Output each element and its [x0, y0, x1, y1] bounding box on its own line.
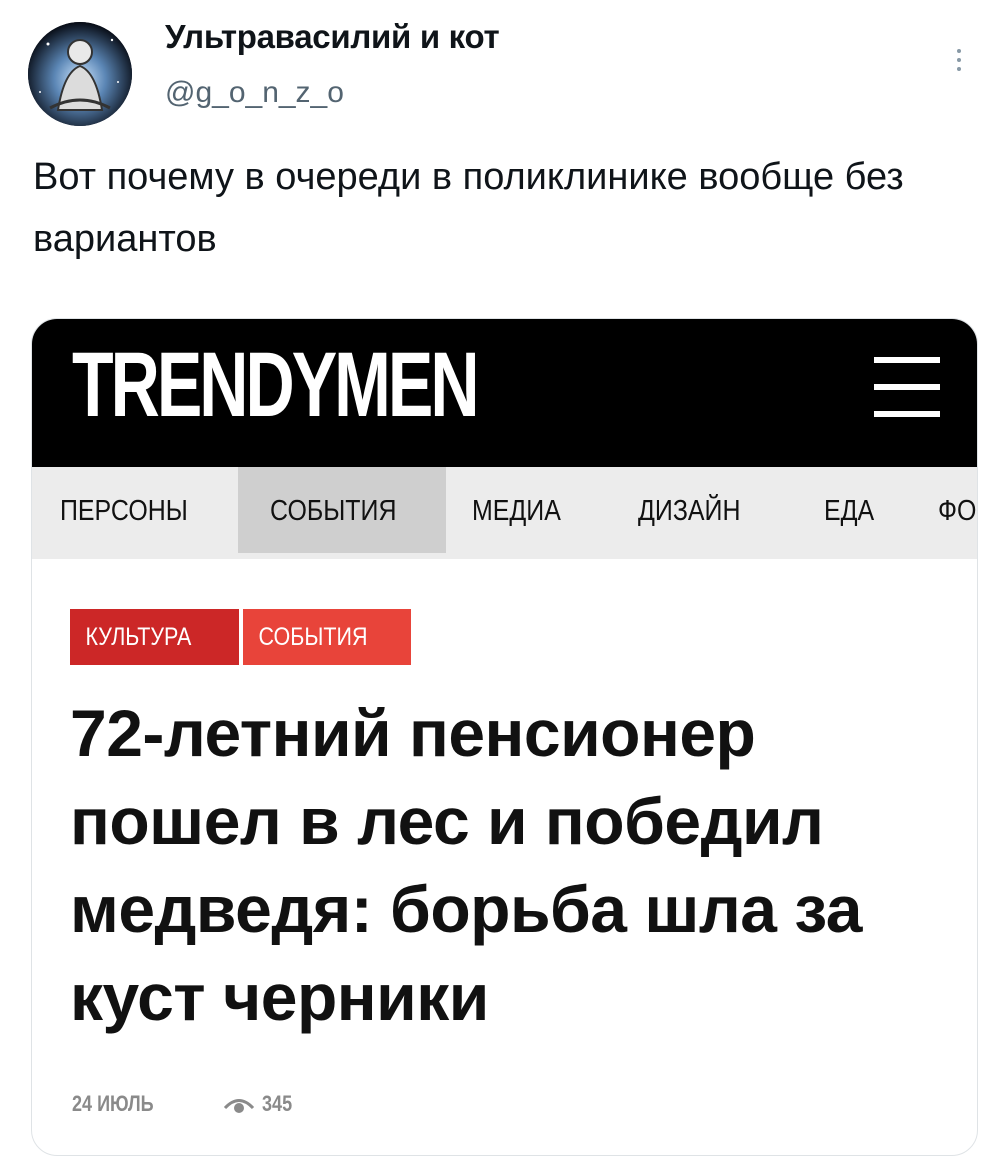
avatar-image: [28, 22, 132, 126]
category-nav: ПЕРСОНЫ СОБЫТИЯ МЕДИА ДИЗАЙН ЕДА ФО: [32, 467, 977, 559]
author-name[interactable]: Ультравасилий и кот: [165, 18, 500, 56]
more-options-icon[interactable]: [944, 40, 974, 80]
eye-icon: [224, 1099, 254, 1113]
article-date: 24 ИЮЛЬ: [72, 1091, 154, 1116]
view-count: 345: [262, 1091, 293, 1116]
nav-item-media[interactable]: МЕДИА: [472, 467, 561, 553]
site-logo[interactable]: TRENDYMEN: [72, 333, 480, 438]
attached-image-card[interactable]: TRENDYMEN ПЕРСОНЫ СОБЫТИЯ МЕДИА ДИЗАЙН Е…: [31, 318, 978, 1156]
tag-culture[interactable]: КУЛЬТУРА: [70, 609, 239, 665]
article-headline[interactable]: 72-летний пенсионер пошел в лес и победи…: [70, 689, 950, 1041]
nav-item-partial[interactable]: ФО: [938, 467, 976, 553]
nav-item-events[interactable]: СОБЫТИЯ: [270, 467, 396, 553]
author-handle[interactable]: @g_o_n_z_o: [165, 76, 344, 110]
hamburger-menu-icon[interactable]: [874, 357, 940, 417]
tweet-text: Вот почему в очереди в поликлинике вообщ…: [33, 156, 904, 260]
nav-item-design[interactable]: ДИЗАЙН: [638, 467, 740, 553]
avatar[interactable]: [28, 22, 132, 126]
nav-item-food[interactable]: ЕДА: [824, 467, 874, 553]
site-header: TRENDYMEN: [32, 319, 977, 467]
tag-events[interactable]: СОБЫТИЯ: [243, 609, 411, 665]
nav-item-persons[interactable]: ПЕРСОНЫ: [60, 467, 188, 553]
